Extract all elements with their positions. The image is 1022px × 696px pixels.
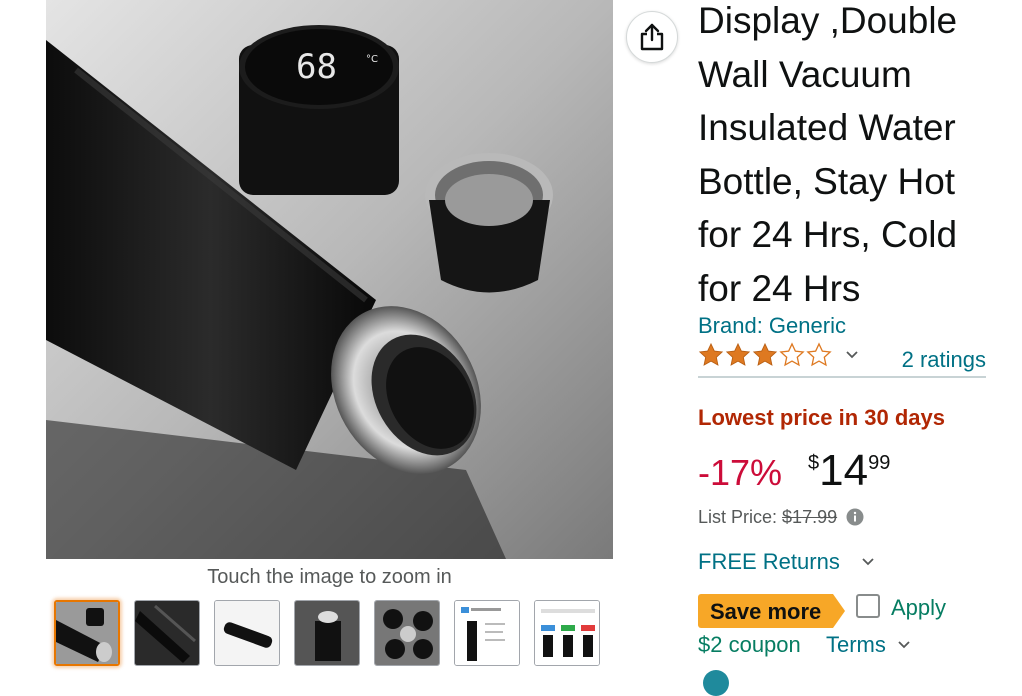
thumbnail-5[interactable] <box>374 600 440 666</box>
temperature-readout: 68 <box>296 47 337 87</box>
list-price-value: $17.99 <box>782 507 838 527</box>
ratings-count-link[interactable]: 2 ratings <box>902 347 986 373</box>
chevron-down-icon <box>862 558 874 566</box>
price: $1499 <box>808 446 891 495</box>
discount-percent: -17% <box>698 452 783 493</box>
info-icon[interactable] <box>846 508 864 526</box>
chevron-down-icon <box>898 641 910 649</box>
chevron-down-icon[interactable] <box>846 351 858 359</box>
thumbnail-strip <box>54 600 614 670</box>
water-bottle-illustration: 68 °C <box>46 0 613 559</box>
apply-coupon-label[interactable]: Apply <box>891 595 946 621</box>
thumbnail-1[interactable] <box>54 600 120 666</box>
svg-text:°C: °C <box>366 54 378 65</box>
coupon-amount: $2 coupon <box>698 632 801 657</box>
coupon-terms-link[interactable]: Terms <box>826 632 910 658</box>
save-more-badge: Save more <box>698 594 846 628</box>
thumbnail-7[interactable] <box>534 600 600 666</box>
brand-link[interactable]: Brand: Generic <box>698 313 846 339</box>
star-full-icon <box>752 342 778 366</box>
star-empty-icon <box>806 342 832 367</box>
star-full-icon <box>698 342 724 366</box>
share-button[interactable] <box>626 11 678 63</box>
thumbnail-4[interactable] <box>294 600 360 666</box>
deal-badge: Lowest price in 30 days <box>698 405 945 430</box>
thumbnail-6[interactable] <box>454 600 520 666</box>
coupon-checkbox[interactable] <box>856 594 880 618</box>
thumbnail-2[interactable] <box>134 600 200 666</box>
rating-row[interactable]: 2 ratings <box>698 342 986 378</box>
zoom-hint: Touch the image to zoom in <box>207 566 452 588</box>
list-price: List Price: $17.99 <box>698 507 864 528</box>
share-icon <box>640 23 664 51</box>
free-returns-link[interactable]: FREE Returns <box>698 549 874 575</box>
product-title: Display ,Double Wall Vacuum Insulated Wa… <box>698 0 958 309</box>
star-full-icon <box>725 342 751 366</box>
star-rating[interactable] <box>698 342 833 368</box>
star-empty-icon <box>779 342 805 367</box>
partially-visible-icon <box>703 670 729 696</box>
product-main-image[interactable]: 68 °C <box>46 0 613 559</box>
thumbnail-3[interactable] <box>214 600 280 666</box>
